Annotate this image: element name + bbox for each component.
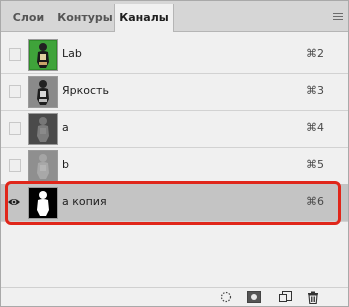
visibility-toggle[interactable] <box>9 122 21 135</box>
channel-thumbnail-b <box>28 150 58 182</box>
dotted-circle-icon[interactable] <box>220 291 232 303</box>
visibility-toggle[interactable] <box>9 48 21 61</box>
tab-bar: Слои Контуры Каналы <box>1 1 348 32</box>
tab-channels[interactable]: Каналы <box>114 4 174 32</box>
visibility-toggle[interactable] <box>9 85 21 98</box>
panel-menu-icon[interactable] <box>333 13 343 21</box>
channel-row-lightness[interactable]: Яркость ⌘3 <box>1 73 348 111</box>
selection-highlight <box>5 181 341 225</box>
new-channel-icon[interactable] <box>279 291 292 303</box>
channel-row-b[interactable]: b ⌘5 <box>1 147 348 185</box>
channel-thumbnail-lab <box>28 39 58 71</box>
mask-icon[interactable] <box>247 291 261 303</box>
tab-layers[interactable]: Слои <box>1 4 56 31</box>
tab-paths[interactable]: Контуры <box>56 4 114 31</box>
channel-row-a[interactable]: a ⌘4 <box>1 110 348 148</box>
channel-shortcut: ⌘2 <box>306 47 324 60</box>
visibility-toggle[interactable] <box>9 159 21 172</box>
channel-name: b <box>62 158 69 171</box>
channel-thumbnail-a <box>28 113 58 145</box>
channels-panel: Слои Контуры Каналы Lab ⌘2 Яркость ⌘3 a … <box>0 0 349 307</box>
channel-name: a <box>62 121 69 134</box>
bottom-toolbar <box>1 287 348 307</box>
channel-thumbnail-lightness <box>28 76 58 108</box>
trash-icon[interactable] <box>307 291 319 304</box>
channel-row-lab[interactable]: Lab ⌘2 <box>1 36 348 74</box>
channel-name: Lab <box>62 47 82 60</box>
channel-shortcut: ⌘5 <box>306 158 324 171</box>
channel-name: Яркость <box>62 84 109 97</box>
channel-shortcut: ⌘3 <box>306 84 324 97</box>
channel-shortcut: ⌘4 <box>306 121 324 134</box>
